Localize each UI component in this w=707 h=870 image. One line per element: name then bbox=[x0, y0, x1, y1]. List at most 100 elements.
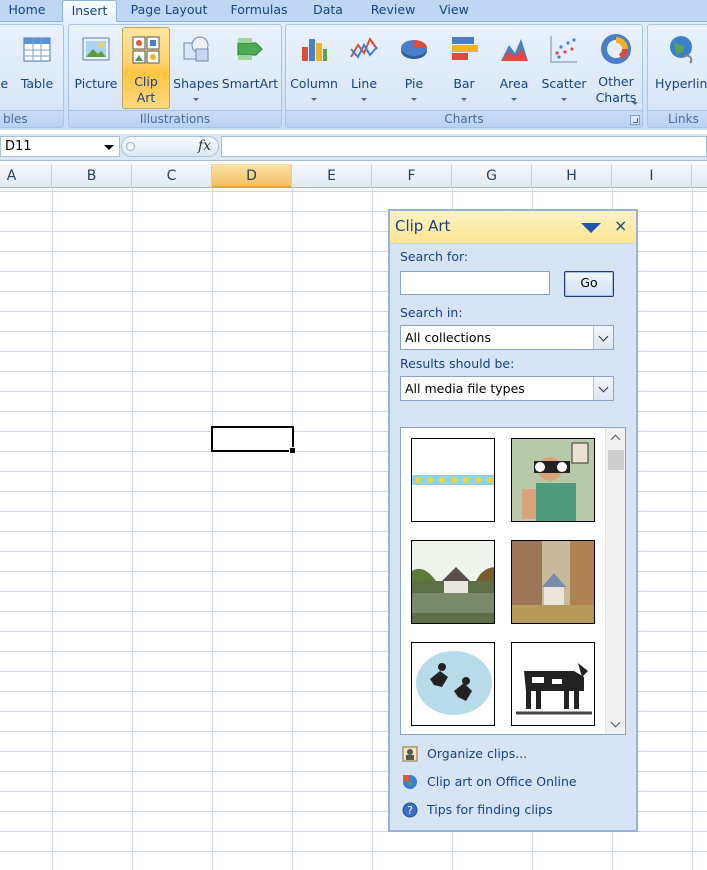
pivot-table-label: le bbox=[0, 76, 9, 91]
active-cell-d11[interactable] bbox=[211, 426, 296, 454]
scatter-chart-label: Scatter bbox=[541, 76, 587, 91]
results-should-be-dropdown-icon[interactable] bbox=[593, 377, 613, 400]
insert-function-icon[interactable]: fx bbox=[198, 138, 211, 154]
results-should-be-label: Results should be: bbox=[400, 356, 515, 371]
autumn-forest-cottage-clip-icon bbox=[512, 541, 594, 623]
search-in-select[interactable]: All collections bbox=[400, 325, 614, 350]
scroll-up-icon[interactable] bbox=[610, 434, 621, 445]
help-icon: ? bbox=[402, 802, 418, 818]
name-box-value: D11 bbox=[5, 139, 32, 154]
column-header-f[interactable]: F bbox=[372, 164, 452, 188]
group-label-illustrations: Illustrations bbox=[69, 110, 281, 127]
search-in-dropdown-icon[interactable] bbox=[593, 326, 613, 349]
area-chart-button[interactable]: Area bbox=[490, 27, 538, 109]
name-box[interactable]: D11 bbox=[0, 136, 120, 157]
column-header-overflow[interactable] bbox=[692, 164, 707, 188]
clip-thumbnail[interactable] bbox=[411, 438, 495, 522]
picture-icon bbox=[82, 37, 110, 61]
clip-results-list bbox=[400, 427, 626, 735]
results-should-be-value: All media file types bbox=[405, 381, 525, 396]
group-label-charts: Charts bbox=[286, 110, 642, 127]
clip-thumbnail[interactable] bbox=[411, 642, 495, 726]
tips-finding-clips-label: Tips for finding clips bbox=[427, 802, 553, 817]
clip-thumbnail[interactable] bbox=[511, 540, 595, 624]
clip-art-office-online-label: Clip art on Office Online bbox=[427, 774, 577, 789]
ribbon-group-illustrations: Picture Clip Art Shapes SmartArt Illustr… bbox=[68, 24, 282, 128]
results-scrollbar[interactable] bbox=[605, 428, 625, 734]
column-header-i[interactable]: I bbox=[612, 164, 692, 188]
line-chart-icon bbox=[350, 36, 378, 59]
tab-insert[interactable]: Insert bbox=[62, 0, 117, 23]
formula-bar-resize-handle-icon[interactable] bbox=[126, 142, 135, 151]
clip-art-button[interactable]: Clip Art bbox=[122, 27, 170, 109]
column-header-e[interactable]: E bbox=[292, 164, 372, 188]
area-dropdown-arrow-icon bbox=[511, 98, 517, 101]
scrollbar-thumb[interactable] bbox=[608, 450, 624, 470]
table-label: Table bbox=[20, 76, 54, 91]
svg-text:?: ? bbox=[407, 804, 413, 817]
bar-chart-label: Bar bbox=[453, 76, 475, 91]
smartart-label: SmartArt bbox=[221, 76, 279, 91]
tab-formulas[interactable]: Formulas bbox=[224, 0, 294, 22]
search-for-input[interactable] bbox=[400, 271, 550, 295]
picture-button[interactable]: Picture bbox=[73, 27, 119, 109]
go-button[interactable]: Go bbox=[564, 271, 614, 297]
house-by-lake-clip-icon bbox=[412, 541, 494, 623]
ribbon-group-tables: le Table bles bbox=[0, 24, 64, 128]
pie-chart-button[interactable]: Pie bbox=[390, 27, 438, 109]
other-charts-dropdown-arrow-icon bbox=[632, 102, 638, 105]
area-chart-icon bbox=[501, 39, 528, 61]
clip-art-icon bbox=[132, 36, 160, 64]
tab-home[interactable]: Home bbox=[0, 0, 54, 22]
clip-thumbnail[interactable] bbox=[511, 642, 595, 726]
close-icon[interactable]: × bbox=[614, 216, 627, 235]
column-header-c[interactable]: C bbox=[132, 164, 212, 188]
search-in-label: Search in: bbox=[400, 305, 463, 320]
clip-art-pane-title-bar: Clip Art × bbox=[390, 211, 636, 244]
results-should-be-select[interactable]: All media file types bbox=[400, 376, 614, 401]
scatter-chart-button[interactable]: Scatter bbox=[538, 27, 590, 109]
clip-art-pane-title: Clip Art bbox=[395, 217, 451, 235]
column-header-a[interactable]: A bbox=[0, 164, 52, 188]
pie-chart-icon bbox=[401, 40, 427, 59]
line-chart-button[interactable]: Line bbox=[340, 27, 388, 109]
picture-label: Picture bbox=[74, 76, 118, 91]
column-header-h[interactable]: H bbox=[532, 164, 612, 188]
search-for-label: Search for: bbox=[400, 249, 469, 264]
scatter-chart-icon bbox=[550, 36, 577, 63]
column-chart-icon bbox=[302, 39, 327, 61]
tab-view[interactable]: View bbox=[432, 0, 476, 22]
organize-clips-icon bbox=[402, 746, 418, 762]
column-header-g[interactable]: G bbox=[452, 164, 532, 188]
line-dropdown-arrow-icon bbox=[361, 98, 367, 101]
formula-bar: D11 fx bbox=[0, 134, 707, 161]
tab-data[interactable]: Data bbox=[304, 0, 352, 22]
ribbon-tab-bar: Home Insert Page Layout Formulas Data Re… bbox=[0, 0, 707, 23]
smartart-button[interactable]: SmartArt bbox=[221, 27, 279, 109]
tab-page-layout[interactable]: Page Layout bbox=[124, 0, 214, 22]
bar-chart-button[interactable]: Bar bbox=[440, 27, 488, 109]
column-dropdown-arrow-icon bbox=[311, 98, 317, 101]
pane-options-dropdown-icon[interactable] bbox=[581, 223, 601, 233]
pivot-table-button[interactable]: le bbox=[0, 27, 13, 109]
cow-clip-icon bbox=[512, 643, 594, 725]
column-chart-button[interactable]: Column bbox=[288, 27, 340, 109]
charts-dialog-launcher-icon[interactable] bbox=[630, 115, 640, 125]
hyperlink-button[interactable]: Hyperlink bbox=[650, 27, 707, 109]
clip-thumbnail[interactable] bbox=[411, 540, 495, 624]
table-button[interactable]: Table bbox=[15, 27, 59, 109]
other-charts-icon bbox=[601, 34, 631, 64]
clip-thumbnail[interactable] bbox=[511, 438, 595, 522]
scroll-down-icon[interactable] bbox=[610, 717, 621, 728]
name-box-dropdown-icon[interactable] bbox=[104, 145, 114, 150]
hyperlink-label: Hyperlink bbox=[655, 76, 707, 91]
column-header-b[interactable]: B bbox=[52, 164, 132, 188]
ribbon-group-charts: Column Line Pie Bar Area Scatter Other C… bbox=[285, 24, 643, 128]
tab-review[interactable]: Review bbox=[363, 0, 423, 22]
shapes-dropdown-arrow-icon bbox=[193, 98, 199, 101]
shapes-button[interactable]: Shapes bbox=[173, 27, 219, 109]
other-charts-button[interactable]: Other Charts bbox=[590, 27, 642, 109]
formula-input[interactable] bbox=[221, 136, 707, 157]
smartart-icon bbox=[237, 38, 263, 60]
column-header-d[interactable]: D bbox=[212, 164, 292, 188]
